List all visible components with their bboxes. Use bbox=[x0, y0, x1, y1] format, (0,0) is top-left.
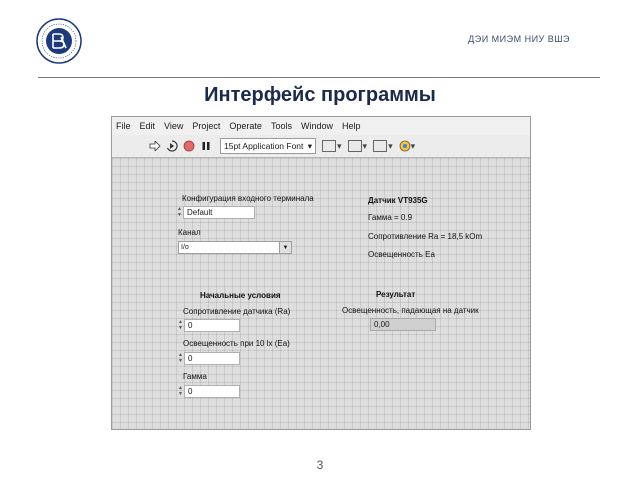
chevron-down-icon: ▾ bbox=[307, 140, 312, 151]
menu-help[interactable]: Help bbox=[342, 121, 361, 131]
resistance-spinner[interactable]: ▲ ▼ bbox=[177, 318, 184, 332]
resistance-label: Сопротивление датчика (Ra) bbox=[183, 307, 291, 316]
result-label: Освещенность, падающая на датчик bbox=[342, 306, 479, 315]
menu-window[interactable]: Window bbox=[301, 121, 333, 131]
input-config-label: Конфигурация входного терминала bbox=[182, 194, 314, 203]
initial-conditions-title: Начальные условия bbox=[200, 291, 281, 300]
page-number: 3 bbox=[316, 458, 324, 472]
hse-logo bbox=[36, 18, 82, 64]
chevron-down-icon[interactable]: ▼ bbox=[279, 242, 291, 253]
illuminance-input[interactable]: 0 bbox=[184, 351, 240, 365]
distribute-icon[interactable]: ▾ bbox=[347, 139, 367, 153]
font-selector[interactable]: 15pt Application Font ▾ bbox=[220, 138, 316, 154]
channel-io-icon: I/o bbox=[181, 244, 189, 251]
channel-dropdown[interactable]: I/o ▼ bbox=[178, 241, 292, 254]
front-panel: Конфигурация входного терминала ▲ ▼ Defau… bbox=[112, 158, 530, 429]
sensor-illuminance: Освещенность Ea bbox=[368, 250, 435, 259]
illuminance-label: Освещенность при 10 lx (Ea) bbox=[183, 339, 290, 348]
run-continuous-icon[interactable] bbox=[165, 139, 179, 153]
illuminance-control: ▲ ▼ 0 bbox=[177, 351, 240, 365]
input-config-value[interactable]: Default bbox=[183, 205, 255, 219]
channel-label: Канал bbox=[178, 228, 201, 237]
result-indicator: 0,00 bbox=[370, 318, 436, 331]
pause-icon[interactable] bbox=[199, 139, 213, 153]
menu-view[interactable]: View bbox=[164, 121, 183, 131]
slide-title: Интерфейс программы bbox=[204, 84, 436, 106]
abort-icon[interactable] bbox=[182, 139, 196, 153]
result-title: Результат bbox=[376, 290, 416, 299]
sensor-gamma: Гамма = 0.9 bbox=[368, 213, 413, 222]
menu-project[interactable]: Project bbox=[192, 121, 220, 131]
labview-window: File Edit View Project Operate Tools Win… bbox=[111, 116, 531, 430]
header-divider bbox=[38, 77, 600, 78]
resize-icon[interactable]: ▾ bbox=[373, 139, 393, 153]
input-config-spinner[interactable]: ▲ ▼ bbox=[176, 205, 183, 219]
gamma-spinner[interactable]: ▲ ▼ bbox=[177, 384, 184, 398]
sensor-resistance: Сопротивление Ra = 18,5 kOm bbox=[368, 232, 483, 241]
input-config-control: ▲ ▼ Default bbox=[176, 205, 255, 219]
resistance-control: ▲ ▼ 0 bbox=[177, 318, 240, 332]
reorder-icon[interactable]: ▾ bbox=[399, 139, 415, 153]
menu-file[interactable]: File bbox=[116, 121, 131, 131]
sensor-title: Датчик VT935G bbox=[368, 196, 428, 205]
gamma-control: ▲ ▼ 0 bbox=[177, 384, 240, 398]
toolbar: 15pt Application Font ▾ ▾ ▾ ▾ ▾ bbox=[112, 135, 530, 158]
font-selector-value: 15pt Application Font bbox=[224, 141, 304, 151]
menu-edit[interactable]: Edit bbox=[140, 121, 156, 131]
gamma-input[interactable]: 0 bbox=[184, 384, 240, 398]
align-icon[interactable]: ▾ bbox=[322, 139, 342, 153]
menu-operate[interactable]: Operate bbox=[229, 121, 262, 131]
organization-name: ДЭИ МИЭМ НИУ ВШЭ bbox=[468, 34, 570, 44]
gamma-label: Гамма bbox=[183, 372, 207, 381]
resistance-input[interactable]: 0 bbox=[184, 318, 240, 332]
run-arrow-icon[interactable] bbox=[148, 139, 162, 153]
menu-bar: File Edit View Project Operate Tools Win… bbox=[112, 117, 530, 135]
menu-tools[interactable]: Tools bbox=[271, 121, 292, 131]
illuminance-spinner[interactable]: ▲ ▼ bbox=[177, 351, 184, 365]
